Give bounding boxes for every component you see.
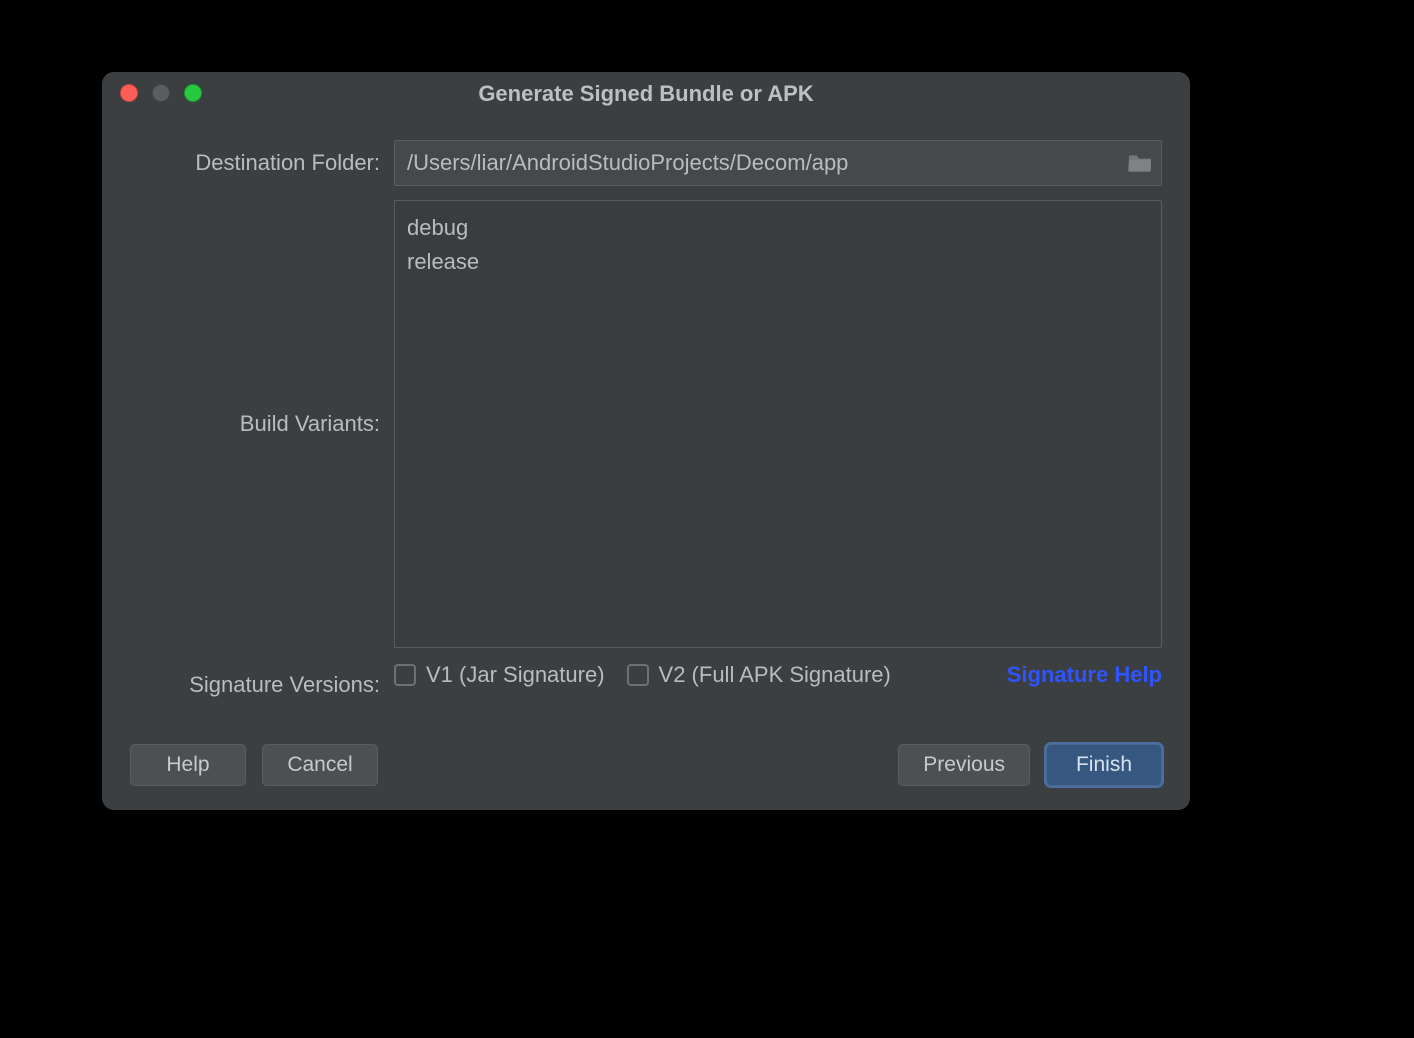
cancel-button[interactable]: Cancel (262, 744, 378, 786)
v1-signature-label: V1 (Jar Signature) (426, 662, 605, 688)
v2-signature-checkbox-wrap[interactable]: V2 (Full APK Signature) (627, 662, 891, 688)
browse-folder-icon[interactable] (1127, 152, 1153, 174)
finish-button[interactable]: Finish (1046, 744, 1162, 786)
window-controls (120, 84, 202, 102)
v1-signature-checkbox-wrap[interactable]: V1 (Jar Signature) (394, 662, 605, 688)
variant-item-debug[interactable]: debug (407, 211, 1149, 245)
close-window-button[interactable] (120, 84, 138, 102)
destination-folder-value: /Users/liar/AndroidStudioProjects/Decom/… (407, 150, 848, 176)
dialog-content: Destination Folder: /Users/liar/AndroidS… (102, 116, 1190, 726)
v2-signature-checkbox[interactable] (627, 664, 649, 686)
variant-item-release[interactable]: release (407, 245, 1149, 279)
signature-versions-row: V1 (Jar Signature) V2 (Full APK Signatur… (394, 662, 1162, 688)
dialog-title: Generate Signed Bundle or APK (478, 81, 813, 107)
minimize-window-button[interactable] (152, 84, 170, 102)
build-variants-label: Build Variants: (130, 411, 380, 437)
help-button[interactable]: Help (130, 744, 246, 786)
signature-versions-label: Signature Versions: (130, 662, 380, 698)
destination-folder-field[interactable]: /Users/liar/AndroidStudioProjects/Decom/… (394, 140, 1162, 186)
zoom-window-button[interactable] (184, 84, 202, 102)
v2-signature-label: V2 (Full APK Signature) (659, 662, 891, 688)
v1-signature-checkbox[interactable] (394, 664, 416, 686)
build-variants-list[interactable]: debug release (394, 200, 1162, 648)
generate-signed-bundle-dialog: Generate Signed Bundle or APK Destinatio… (102, 72, 1190, 810)
signature-help-link[interactable]: Signature Help (1007, 662, 1162, 688)
dialog-footer: Help Cancel Previous Finish (102, 726, 1190, 810)
previous-button[interactable]: Previous (898, 744, 1030, 786)
destination-folder-label: Destination Folder: (130, 140, 380, 176)
titlebar: Generate Signed Bundle or APK (102, 72, 1190, 116)
